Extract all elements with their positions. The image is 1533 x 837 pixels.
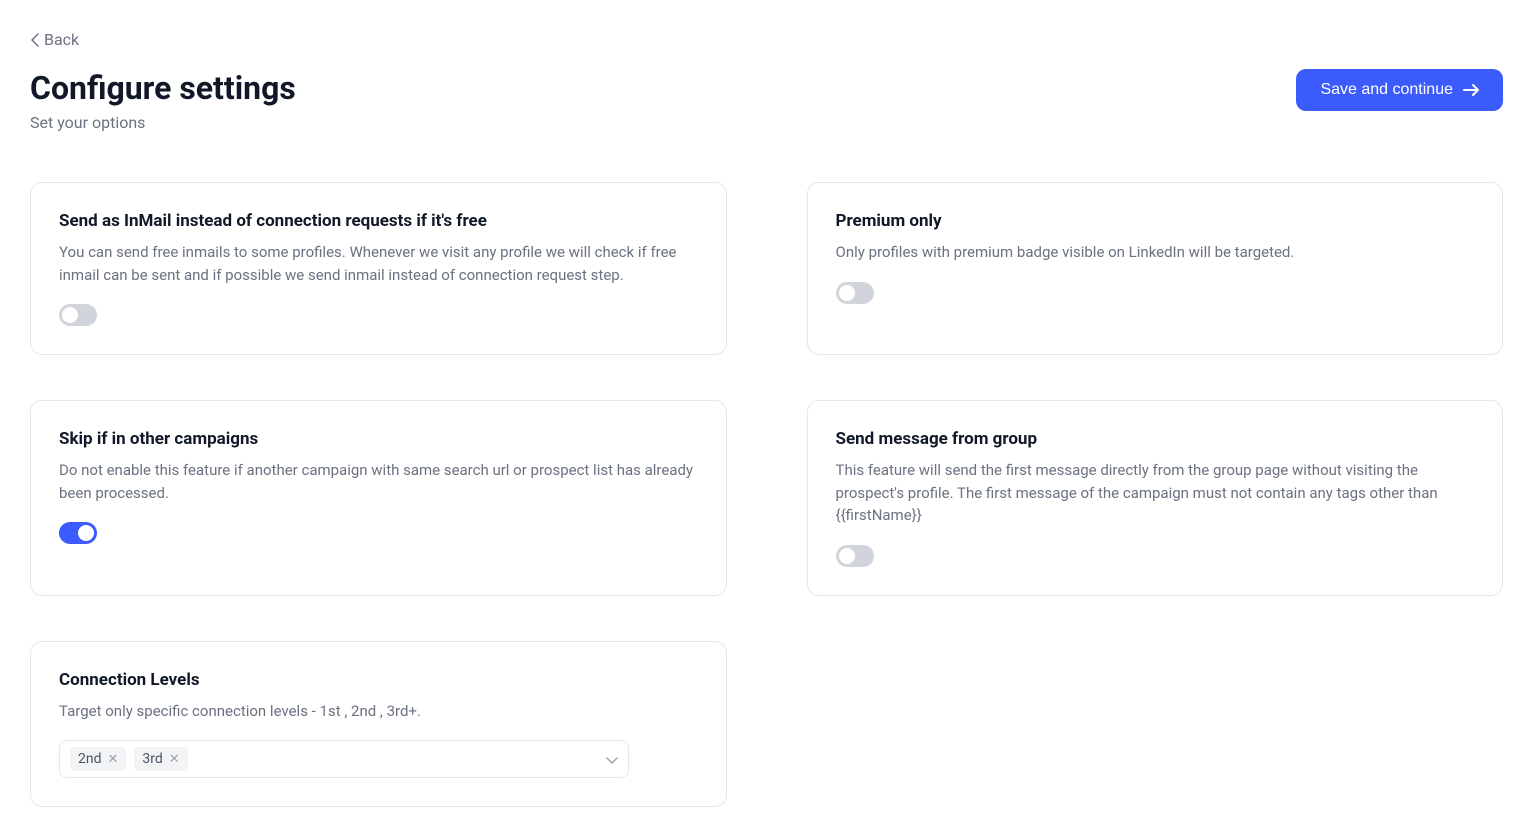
card-group-message: Send message from group This feature wil… bbox=[807, 400, 1504, 596]
page-title: Configure settings bbox=[30, 69, 296, 107]
card-connection-levels-title: Connection Levels bbox=[59, 670, 698, 690]
tag-3rd-remove[interactable]: ✕ bbox=[169, 752, 180, 767]
connection-levels-select[interactable]: 2nd ✕ 3rd ✕ bbox=[59, 740, 629, 778]
tag-2nd-label: 2nd bbox=[78, 751, 102, 767]
card-group-message-title: Send message from group bbox=[836, 429, 1475, 449]
card-connection-levels-description: Target only specific connection levels -… bbox=[59, 700, 698, 723]
card-connection-levels: Connection Levels Target only specific c… bbox=[30, 641, 727, 808]
tag-3rd: 3rd ✕ bbox=[134, 747, 187, 771]
card-inmail-title: Send as InMail instead of connection req… bbox=[59, 211, 698, 231]
card-premium: Premium only Only profiles with premium … bbox=[807, 182, 1504, 355]
toggle-premium[interactable] bbox=[836, 282, 874, 304]
card-skip-campaign-title: Skip if in other campaigns bbox=[59, 429, 698, 449]
card-group-message-description: This feature will send the first message… bbox=[836, 459, 1475, 527]
header-left: Configure settings Set your options bbox=[30, 69, 296, 132]
card-premium-title: Premium only bbox=[836, 211, 1475, 231]
save-continue-button[interactable]: Save and continue bbox=[1296, 69, 1503, 111]
tag-3rd-label: 3rd bbox=[142, 751, 162, 767]
back-link[interactable]: Back bbox=[30, 30, 79, 49]
back-label: Back bbox=[44, 30, 79, 49]
chevron-down-icon bbox=[606, 750, 618, 769]
tag-2nd-remove[interactable]: ✕ bbox=[108, 752, 119, 767]
card-inmail: Send as InMail instead of connection req… bbox=[30, 182, 727, 355]
page-subtitle: Set your options bbox=[30, 113, 296, 132]
toggle-inmail[interactable] bbox=[59, 304, 97, 326]
save-button-label: Save and continue bbox=[1320, 81, 1453, 99]
tag-2nd: 2nd ✕ bbox=[70, 747, 126, 771]
connection-levels-tags: 2nd ✕ 3rd ✕ bbox=[70, 747, 606, 771]
card-skip-campaign: Skip if in other campaigns Do not enable… bbox=[30, 400, 727, 596]
arrow-right-icon bbox=[1463, 84, 1479, 96]
card-skip-campaign-description: Do not enable this feature if another ca… bbox=[59, 459, 698, 504]
header: Configure settings Set your options Save… bbox=[30, 69, 1503, 132]
toggle-skip-campaign[interactable] bbox=[59, 522, 97, 544]
toggle-group-message[interactable] bbox=[836, 545, 874, 567]
chevron-left-icon bbox=[30, 33, 40, 47]
card-premium-description: Only profiles with premium badge visible… bbox=[836, 241, 1475, 264]
settings-grid: Send as InMail instead of connection req… bbox=[30, 182, 1503, 807]
card-inmail-description: You can send free inmails to some profil… bbox=[59, 241, 698, 286]
